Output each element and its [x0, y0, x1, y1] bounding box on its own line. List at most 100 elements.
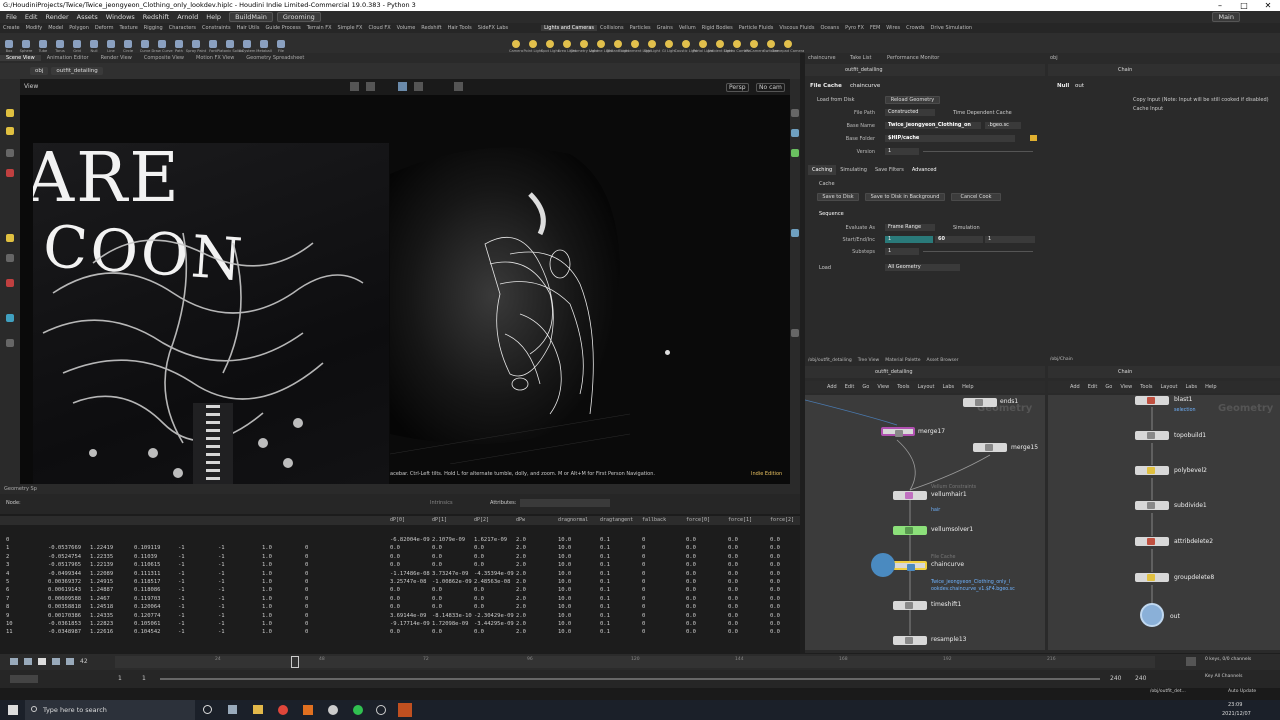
network-menu-item[interactable]: Layout: [1157, 384, 1182, 390]
base-folder-field[interactable]: $HIP/cache: [885, 135, 1015, 142]
display-icon[interactable]: [791, 329, 799, 337]
node-topobuild1[interactable]: [1135, 431, 1169, 440]
folder-icon[interactable]: [1030, 135, 1037, 141]
shelf-tab[interactable]: Grains: [654, 25, 676, 31]
network-menu-item[interactable]: Help: [1201, 384, 1220, 390]
jump-start-icon[interactable]: [10, 658, 18, 665]
tab-geometry-spreadsheet[interactable]: Geometry Spreadsheet: [240, 55, 310, 61]
table-row[interactable]: 0 -6.82004e-09 2.1079e-09 1.6217e-09 2.0 10.0…: [0, 536, 800, 544]
shelf-tool[interactable]: Caustic Light: [674, 40, 698, 53]
move-tool-icon[interactable]: [6, 127, 14, 135]
app-icon[interactable]: [328, 705, 338, 715]
shelf-tab[interactable]: Terrain FX: [304, 25, 335, 31]
network-menu-item[interactable]: View: [1116, 384, 1136, 390]
increment-field[interactable]: 1: [985, 236, 1035, 243]
column-header[interactable]: dPw: [516, 516, 525, 525]
network-editor-right[interactable]: Geometry blast1 selection topobuild1 pol…: [1048, 395, 1280, 650]
shelf-tool[interactable]: Spray Paint: [186, 40, 206, 53]
realtime-toggle-icon[interactable]: [1186, 657, 1196, 666]
display-icon[interactable]: [791, 109, 799, 117]
app-icon[interactable]: [376, 705, 386, 715]
version-field[interactable]: 1: [885, 148, 919, 155]
shelf-tab[interactable]: Polygon: [66, 25, 92, 31]
end-frame[interactable]: 240: [1135, 675, 1146, 682]
table-row[interactable]: 2 -0.0524754 1.22335 0.11039 -1 -1 1.0 0 0.0 0.0 0…: [0, 553, 800, 561]
select-tool-icon[interactable]: [6, 109, 14, 117]
tab-advanced[interactable]: Advanced: [908, 165, 941, 175]
tab-parameters[interactable]: chaincurve: [808, 53, 836, 63]
extension-menu[interactable]: .bgeo.sc: [985, 122, 1021, 129]
view-tool-icon[interactable]: [6, 149, 14, 157]
shelf-tool[interactable]: Environment Light: [618, 40, 652, 53]
network-menu-item[interactable]: View: [873, 384, 893, 390]
node-attribdelete2[interactable]: [1135, 537, 1169, 546]
table-row[interactable]: 8 0.00358818 1.24518 0.120064 -1 -1 1.0 0 0.0 0.0…: [0, 603, 800, 611]
node-out[interactable]: [1140, 603, 1164, 627]
display-icon[interactable]: [791, 129, 799, 137]
column-header[interactable]: force[2]: [770, 516, 794, 525]
display-icon[interactable]: [791, 229, 799, 237]
menu-windows[interactable]: Windows: [102, 13, 139, 21]
shelf-tab[interactable]: Deform: [92, 25, 117, 31]
menu-arnold[interactable]: Arnold: [173, 13, 202, 21]
shelf-tool[interactable]: Curve: [138, 40, 152, 53]
shelf-tab[interactable]: Crowds: [903, 25, 927, 31]
shelf-tool[interactable]: Null: [87, 40, 101, 53]
key-all-channels[interactable]: Key All Channels: [1205, 674, 1242, 679]
simulation-checkbox[interactable]: Simulation: [953, 225, 980, 231]
table-row[interactable]: 1 -0.0537669 1.22419 0.109119 -1 -1 1.0 0 0.0 0.0…: [0, 544, 800, 552]
shelf-tool[interactable]: Circle: [121, 40, 135, 53]
attributes-filter-input[interactable]: [520, 499, 610, 507]
shelf-tab[interactable]: Drive Simulation: [928, 25, 976, 31]
shelf-tool[interactable]: Gamepad Camera: [772, 40, 804, 53]
snap-tool-icon[interactable]: [6, 314, 14, 322]
null-path[interactable]: Chain: [1118, 67, 1132, 73]
column-header[interactable]: dragnormal: [558, 516, 588, 525]
chrome-icon[interactable]: [278, 705, 288, 715]
evaluate-as-menu[interactable]: Frame Range: [885, 224, 935, 231]
node-subdivide1[interactable]: [1135, 501, 1169, 510]
shelf-tab[interactable]: Guide Process: [262, 25, 303, 31]
task-view-icon[interactable]: [228, 705, 237, 714]
base-name-field[interactable]: Twice_jeongyeon_Clothing_on: [885, 122, 981, 129]
tool-icon[interactable]: [6, 339, 14, 347]
node-resample13[interactable]: [893, 636, 927, 645]
display-option-icon[interactable]: [350, 82, 359, 91]
main-selector[interactable]: Main: [1212, 12, 1240, 22]
file-explorer-icon[interactable]: [253, 705, 263, 714]
brush-tool-icon[interactable]: [6, 254, 14, 262]
tab-take-list[interactable]: Take List: [850, 53, 871, 63]
close-button[interactable]: ✕: [1256, 0, 1280, 11]
persp-menu[interactable]: Persp: [726, 83, 749, 92]
timeline-options-icon[interactable]: [10, 675, 38, 683]
vlc-icon[interactable]: [303, 705, 313, 715]
windows-start-icon[interactable]: [8, 705, 18, 715]
magnet-tool-icon[interactable]: [6, 279, 14, 287]
node-vellumhair1[interactable]: [893, 491, 927, 500]
network-menu-item[interactable]: Edit: [841, 384, 859, 390]
path-obj[interactable]: obj: [30, 67, 49, 75]
tab-render-view[interactable]: Render View: [95, 55, 138, 61]
shelf-tab[interactable]: FEM: [867, 25, 883, 31]
network-menu-item[interactable]: Add: [823, 384, 841, 390]
shelf-tool[interactable]: Box: [2, 40, 16, 53]
timeline-track[interactable]: 24 48 72 96 120 144 168 192 216: [115, 656, 1155, 668]
shelf-tab[interactable]: Modify: [23, 25, 46, 31]
cortana-icon[interactable]: [203, 705, 212, 714]
save-to-disk-button[interactable]: Save to Disk: [817, 193, 859, 201]
path-outfit-detailing[interactable]: outfit_detailing: [51, 67, 103, 75]
shelf-tool[interactable]: VR Camera: [744, 40, 764, 53]
shelf-tab[interactable]: Particles: [627, 25, 654, 31]
column-header[interactable]: dragtangent: [600, 516, 633, 525]
file-path-menu[interactable]: Constructed: [885, 109, 935, 116]
shelf-tab[interactable]: Constraints: [199, 25, 234, 31]
shelf-tool[interactable]: Line: [104, 40, 118, 53]
column-header[interactable]: fallback: [642, 516, 666, 525]
current-frame[interactable]: 42: [80, 658, 88, 665]
handle-tool-icon[interactable]: [6, 169, 14, 177]
shelf-tab[interactable]: Viscous Fluids: [776, 25, 817, 31]
range-start[interactable]: 1: [142, 675, 146, 682]
cache-input-checkbox[interactable]: Cache Input: [1133, 106, 1163, 112]
node-vellumsolver1[interactable]: [893, 526, 927, 535]
tab-simulating[interactable]: Simulating: [836, 165, 871, 175]
